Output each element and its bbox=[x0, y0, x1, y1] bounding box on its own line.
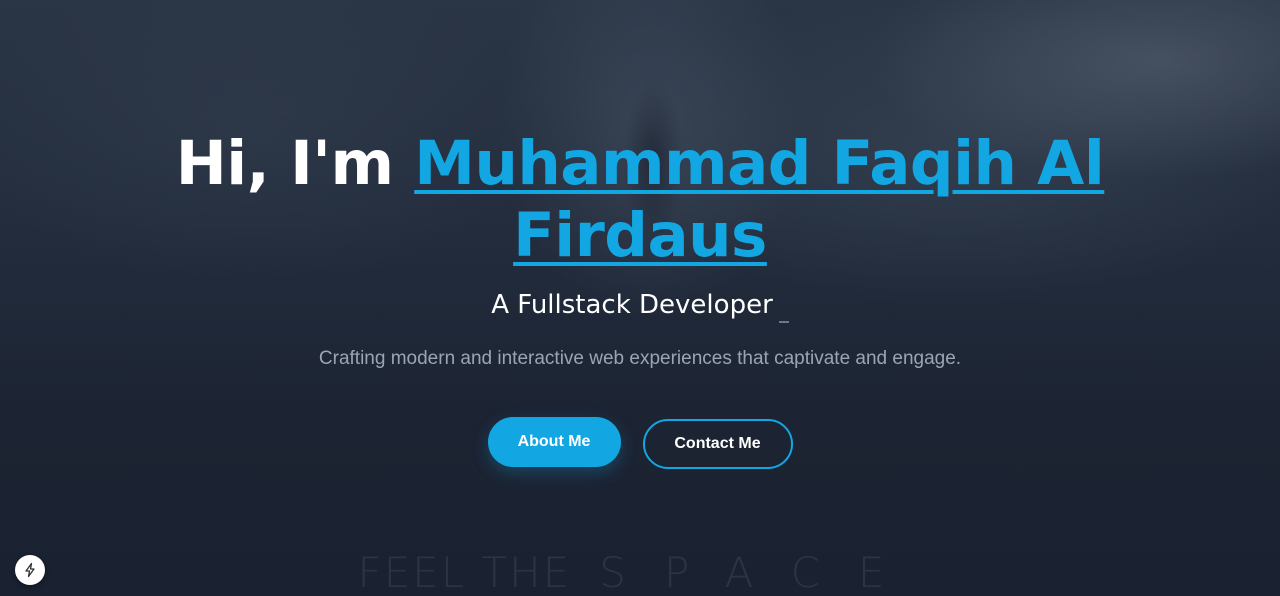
hero-section: Hi, I'm Muhammad Faqih Al Firdaus A Full… bbox=[0, 0, 1280, 596]
tagline: Crafting modern and interactive web expe… bbox=[318, 348, 962, 369]
nextjs-badge[interactable] bbox=[15, 555, 45, 585]
role-title: A Fullstack Developer bbox=[0, 290, 1280, 323]
contact-me-button[interactable]: Contact Me bbox=[642, 419, 793, 469]
hero-headline: Hi, I'm Muhammad Faqih Al Firdaus bbox=[140, 128, 1140, 272]
watermark-part-1: FEEL THE bbox=[357, 548, 572, 596]
about-me-button[interactable]: About Me bbox=[487, 417, 621, 467]
role-text: A Fullstack Developer bbox=[491, 290, 773, 320]
background-watermark-text: FEEL THE SPACE bbox=[0, 548, 1280, 596]
watermark-part-2: SPACE bbox=[599, 548, 923, 596]
lightning-bolt-icon bbox=[25, 562, 35, 578]
greeting-text: Hi, I'm bbox=[175, 128, 415, 199]
typing-cursor bbox=[778, 321, 789, 323]
cta-buttons: About Me Contact Me bbox=[0, 417, 1280, 469]
name-link[interactable]: Muhammad Faqih Al Firdaus bbox=[414, 128, 1105, 271]
